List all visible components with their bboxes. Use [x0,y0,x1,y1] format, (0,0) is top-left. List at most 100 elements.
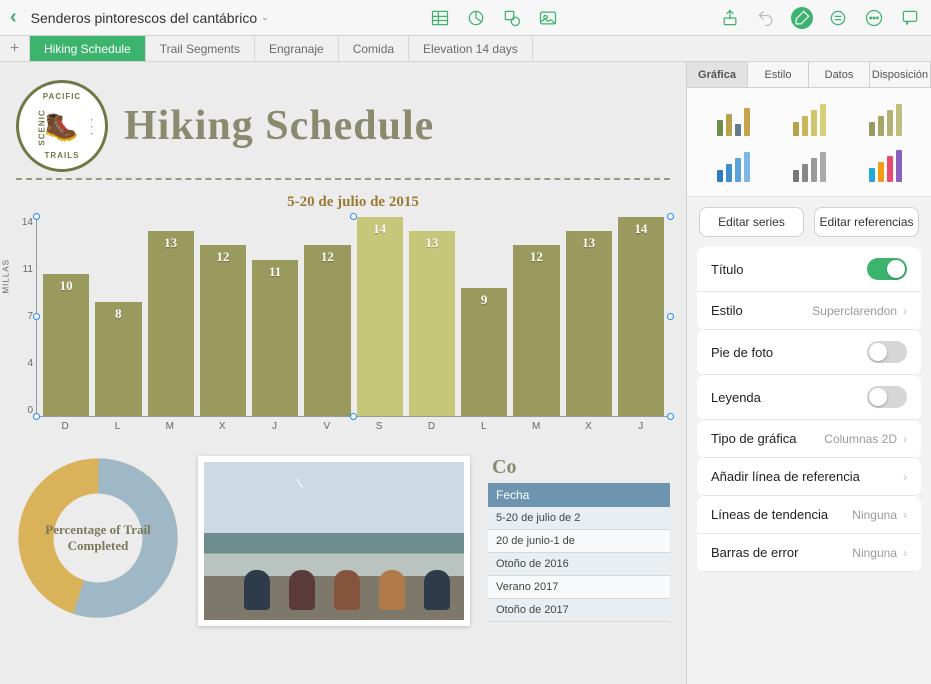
chart-style-swatch[interactable] [853,102,917,136]
bar[interactable]: 10 [43,274,89,416]
bar[interactable]: 14 [357,217,403,416]
row-style[interactable]: Estilo Superclarendon› [697,292,921,330]
chart-style-swatch[interactable] [701,102,765,136]
row-reference-line-label: Añadir línea de referencia [711,469,860,484]
donut-caption: Percentage of Trail Completed [16,456,180,620]
bird-icon: ㇏ [294,474,306,491]
row-add-reference-line[interactable]: Añadir línea de referencia › [697,458,921,496]
bar-value-label: 9 [481,292,488,308]
insert-chart-button[interactable] [465,7,487,29]
y-tick-label: 14 [19,217,33,228]
app-toolbar: ‹ Senderos pintorescos del cantábrico ⌄ [0,0,931,36]
chart-style-swatch[interactable] [701,148,765,182]
chevron-right-icon: › [903,546,907,560]
beach-photo[interactable]: ㇏ [198,456,470,626]
more-button[interactable] [863,7,885,29]
person-silhouette [334,570,360,610]
y-tick-label: 4 [19,358,33,369]
x-tick-label: V [304,421,350,432]
edit-series-button[interactable]: Editar series [699,207,804,237]
table-row[interactable]: Otoño de 2016 [488,553,670,576]
sheet-tab[interactable]: Hiking Schedule [30,36,146,61]
bar[interactable]: 8 [95,302,141,416]
x-tick-label: M [147,421,193,432]
row-legend[interactable]: Leyenda [697,375,921,420]
share-button[interactable] [719,7,741,29]
bar-value-label: 13 [164,235,177,251]
insert-shape-button[interactable] [501,7,523,29]
bar[interactable]: 13 [566,231,612,416]
chart-style-swatch[interactable] [777,102,841,136]
title-toggle[interactable] [867,258,907,280]
bar[interactable]: 12 [304,245,350,416]
comment-button[interactable] [899,7,921,29]
table-row[interactable]: 5-20 de julio de 2 [488,507,670,530]
row-title[interactable]: Título [697,247,921,292]
document-title-label: Senderos pintorescos del cantábrico [31,10,257,26]
edit-references-button[interactable]: Editar referencias [814,207,919,237]
bar[interactable]: 11 [252,260,298,416]
insert-table-button[interactable] [429,7,451,29]
inspector-tab[interactable]: Gráfica [687,62,748,87]
x-tick-label: S [356,421,402,432]
row-error-bars[interactable]: Barras de error Ninguna› [697,534,921,572]
bar[interactable]: 12 [513,245,559,416]
dates-table[interactable]: Co Fecha 5-20 de julio de 220 de junio-1… [488,456,670,622]
spreadsheet-canvas[interactable]: PACIFIC 🥾 TRAILS SCENIC · · · Hiking Sch… [0,62,686,684]
bar-value-label: 14 [373,221,386,237]
bar-chart[interactable]: 5-20 de julio de 2015 MILLAS 1411740 108… [36,194,670,432]
table-row[interactable]: Verano 2017 [488,576,670,599]
chart-title: 5-20 de julio de 2015 [36,194,670,211]
sheet-tab[interactable]: Engranaje [255,36,339,61]
sheet-tab-bar: + Hiking ScheduleTrail SegmentsEngranaje… [0,36,931,62]
row-error-label: Barras de error [711,545,798,560]
inspector-tab[interactable]: Estilo [748,62,809,87]
chart-style-swatch[interactable] [777,148,841,182]
chevron-right-icon: › [903,304,907,318]
legend-toggle[interactable] [867,386,907,408]
logo-text-bottom: TRAILS [45,151,80,160]
x-tick-label: L [461,421,507,432]
row-caption[interactable]: Pie de foto [697,330,921,375]
row-trend-lines[interactable]: Líneas de tendencia Ninguna› [697,496,921,534]
y-tick-label: 11 [19,264,33,275]
back-button[interactable]: ‹ [10,6,17,29]
bar[interactable]: 13 [148,231,194,416]
inspector-tab[interactable]: Disposición [870,62,931,87]
row-chart-type-value: Columnas 2D [824,432,897,446]
person-silhouette [424,570,450,610]
caption-toggle[interactable] [867,341,907,363]
person-silhouette [379,570,405,610]
table-row[interactable]: Otoño de 2017 [488,599,670,622]
sheet-tab[interactable]: Elevation 14 days [409,36,533,61]
row-trend-value: Ninguna [852,508,897,522]
bar[interactable]: 14 [618,217,664,416]
bar[interactable]: 12 [200,245,246,416]
format-brush-button[interactable] [791,7,813,29]
chevron-right-icon: › [903,508,907,522]
bar-value-label: 12 [530,249,543,265]
chart-style-swatch[interactable] [853,148,917,182]
inspector-tab[interactable]: Datos [809,62,870,87]
row-caption-label: Pie de foto [711,345,773,360]
document-title-dropdown[interactable]: Senderos pintorescos del cantábrico ⌄ [31,10,269,26]
row-chart-type[interactable]: Tipo de gráfica Columnas 2D› [697,420,921,458]
format-inspector: GráficaEstiloDatosDisposición Editar ser… [686,62,931,684]
trail-logo: PACIFIC 🥾 TRAILS SCENIC · · · [16,80,108,172]
undo-button[interactable] [755,7,777,29]
chevron-down-icon: ⌄ [261,12,269,23]
table-row[interactable]: 20 de junio-1 de [488,530,670,553]
add-sheet-button[interactable]: + [0,36,30,61]
donut-chart[interactable]: Percentage of Trail Completed [16,456,180,620]
x-tick-label: M [513,421,559,432]
insert-media-button[interactable] [537,7,559,29]
sheet-tab[interactable]: Trail Segments [146,36,255,61]
logo-text-top: PACIFIC [43,92,81,101]
sheet-tab[interactable]: Comida [339,36,409,61]
organize-button[interactable] [827,7,849,29]
bar[interactable]: 13 [409,231,455,416]
x-tick-label: X [199,421,245,432]
bar[interactable]: 9 [461,288,507,416]
bar-value-label: 13 [582,235,595,251]
x-tick-label: J [618,421,664,432]
